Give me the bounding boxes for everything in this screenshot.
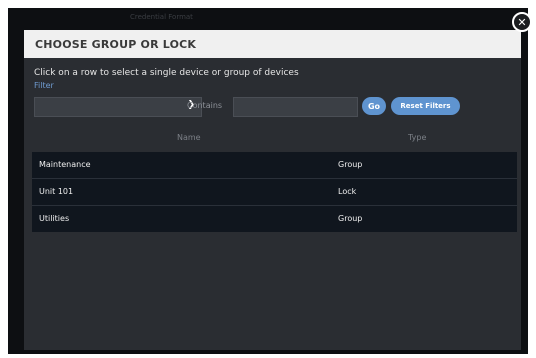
table-row[interactable]: Unit 101 Lock xyxy=(32,179,517,206)
choose-group-or-lock-modal: CHOOSE GROUP OR LOCK Click on a row to s… xyxy=(24,30,521,350)
row-name: Utilities xyxy=(39,214,70,223)
go-button[interactable]: Go xyxy=(362,97,386,115)
modal-header: CHOOSE GROUP OR LOCK xyxy=(24,30,521,58)
close-button[interactable]: ✕ xyxy=(512,12,532,32)
filter-field-select[interactable]: ❯ xyxy=(34,97,202,117)
close-icon: ✕ xyxy=(517,15,527,29)
column-header-type[interactable]: Type xyxy=(408,133,426,142)
row-name: Maintenance xyxy=(39,160,91,169)
filter-label: Filter xyxy=(34,81,54,90)
instruction-text: Click on a row to select a single device… xyxy=(34,68,299,78)
row-type: Lock xyxy=(338,187,357,196)
filter-text-input[interactable] xyxy=(233,97,358,117)
reset-filters-button[interactable]: Reset Filters xyxy=(391,97,460,115)
row-name: Unit 101 xyxy=(39,187,74,196)
background-title: Credential Format xyxy=(130,13,193,21)
results-table: Maintenance Group Unit 101 Lock Utilitie… xyxy=(32,152,517,232)
row-type: Group xyxy=(338,160,363,169)
table-row[interactable]: Utilities Group xyxy=(32,206,517,232)
table-row[interactable]: Maintenance Group xyxy=(32,152,517,179)
contains-label: Contains xyxy=(187,101,223,110)
modal-title: CHOOSE GROUP OR LOCK xyxy=(35,37,197,51)
row-type: Group xyxy=(338,214,363,223)
column-header-name[interactable]: Name xyxy=(177,133,201,142)
